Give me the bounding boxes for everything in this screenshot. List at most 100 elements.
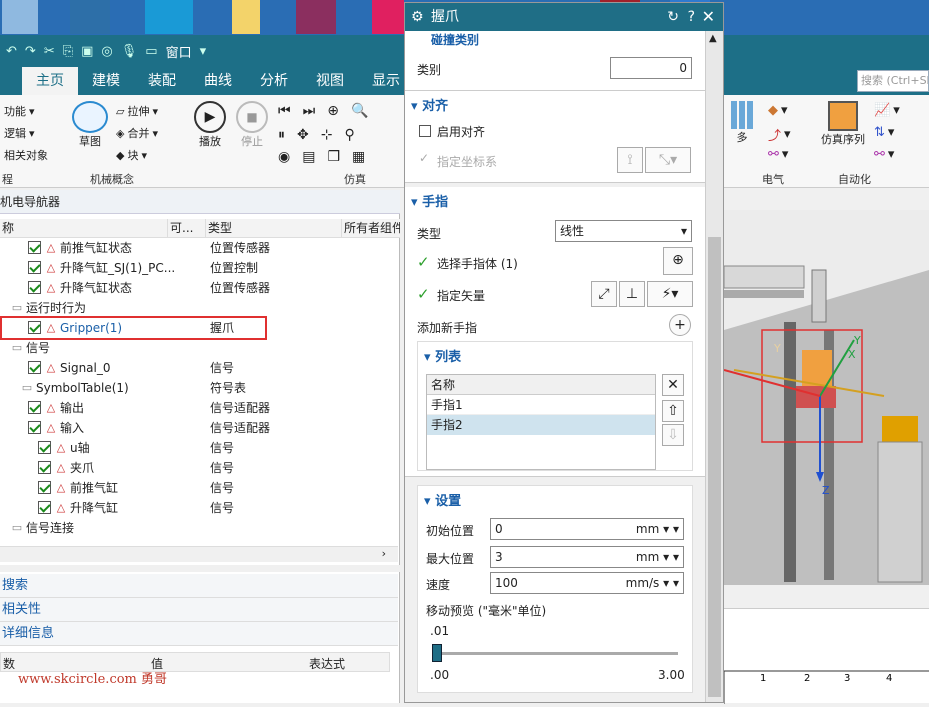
panel-search[interactable]: 搜索 bbox=[0, 574, 398, 598]
type-select[interactable]: 线性 ▾ bbox=[555, 220, 692, 242]
auto-tool-1[interactable]: 📈 ▾ bbox=[874, 103, 900, 118]
table-row[interactable]: ▭ SymbolTable(1) 符号表 bbox=[0, 378, 395, 398]
play-button[interactable]: ▶ 播放 bbox=[190, 101, 230, 149]
table-row[interactable]: ▭ 信号 bbox=[0, 338, 395, 358]
unite-button[interactable]: ◈ 合并 ▾ bbox=[116, 125, 158, 141]
winrar-icon[interactable] bbox=[296, 0, 336, 34]
delete-icon[interactable]: ✕ bbox=[662, 374, 684, 396]
panel-details[interactable]: 详细信息 bbox=[0, 622, 398, 646]
visibility-checkbox[interactable] bbox=[28, 421, 41, 434]
elec-tool-2[interactable]: ⤴ ▾ bbox=[768, 125, 791, 144]
table-row[interactable]: ▭ 信号连接 bbox=[0, 518, 395, 538]
redo-icon[interactable]: ↷ bbox=[25, 44, 36, 59]
navigator-hscrollbar[interactable]: › bbox=[0, 546, 398, 562]
windows-icon[interactable] bbox=[145, 0, 193, 34]
speed-unit[interactable]: mm/s ▾ ▾ bbox=[626, 573, 679, 593]
step-icon[interactable]: ⏭ bbox=[303, 103, 316, 119]
magnifier-icon[interactable]: 🔍 bbox=[351, 103, 368, 119]
camera-icon[interactable]: ▦ bbox=[352, 149, 365, 165]
rewind-icon[interactable]: ⏮ bbox=[278, 103, 291, 119]
align-header[interactable]: ▾ 对齐 bbox=[411, 95, 448, 114]
table-row[interactable]: △ Signal_0 信号 bbox=[0, 358, 395, 378]
graphics-viewport[interactable]: Y Y X Z bbox=[723, 210, 929, 585]
table-row[interactable]: △ 输入 信号适配器 bbox=[0, 418, 395, 438]
settings-header[interactable]: ▾ 设置 bbox=[424, 490, 461, 509]
command-search-input[interactable]: 搜索 (Ctrl+Sh bbox=[857, 70, 929, 92]
scroll-right-icon[interactable]: › bbox=[382, 547, 386, 560]
app-icon[interactable] bbox=[372, 0, 404, 34]
pin-icon[interactable]: ⊹ bbox=[321, 127, 333, 143]
undo-icon[interactable]: ↶ bbox=[6, 44, 17, 59]
col-name[interactable]: 称 bbox=[0, 219, 168, 238]
sim-sequence-button[interactable]: 仿真序列 bbox=[818, 101, 868, 147]
target-icon[interactable]: ◎ bbox=[101, 44, 112, 59]
crosshair-icon[interactable]: ⊕ bbox=[663, 247, 693, 275]
panel-dependency[interactable]: 相关性 bbox=[0, 598, 398, 622]
folder-icon[interactable] bbox=[232, 0, 260, 34]
record-icon[interactable]: ◉ bbox=[278, 149, 290, 165]
finger-header[interactable]: ▾ 手指 bbox=[411, 191, 448, 210]
table-row[interactable]: △ u轴 信号 bbox=[0, 438, 395, 458]
dialog-scrollbar[interactable]: ▲ bbox=[705, 31, 723, 702]
window-menu[interactable]: 窗口 bbox=[166, 42, 192, 61]
visibility-checkbox[interactable] bbox=[38, 501, 51, 514]
visibility-checkbox[interactable] bbox=[38, 481, 51, 494]
window-icon[interactable]: ▭ bbox=[145, 44, 157, 59]
add-icon[interactable]: + bbox=[669, 314, 691, 336]
visibility-checkbox[interactable] bbox=[28, 361, 41, 374]
tab-home[interactable]: 主页 bbox=[22, 67, 78, 95]
table-row[interactable]: ▭ 运行时行为 bbox=[0, 298, 395, 318]
close-icon[interactable]: ✕ bbox=[702, 3, 715, 31]
recycle-bin-icon[interactable] bbox=[2, 0, 38, 34]
block-button[interactable]: ◆ 块 ▾ bbox=[116, 147, 147, 163]
col-visible[interactable]: 可... bbox=[168, 219, 206, 238]
snap-icon[interactable]: ⊕ bbox=[327, 103, 339, 119]
related-object-button[interactable]: 相关对象 bbox=[4, 147, 48, 163]
network-icon[interactable] bbox=[70, 0, 110, 34]
table-row[interactable]: △ 升降气缸_SJ(1)_PC... 位置控制 bbox=[0, 258, 395, 278]
csys-dropdown-icon[interactable]: ⤡▾ bbox=[645, 147, 691, 173]
save-icon[interactable]: ▤ bbox=[302, 149, 315, 165]
probe-icon[interactable]: ⚲ bbox=[344, 127, 354, 143]
scroll-up-icon[interactable]: ▲ bbox=[709, 33, 717, 44]
function-button[interactable]: 功能 ▾ bbox=[4, 103, 35, 119]
auto-tool-2[interactable]: ⇅ ▾ bbox=[874, 125, 894, 140]
logic-button[interactable]: 逻辑 ▾ bbox=[4, 125, 35, 141]
mic-icon[interactable]: 🎙 bbox=[121, 44, 138, 59]
tab-assembly[interactable]: 装配 bbox=[134, 67, 190, 95]
table-row[interactable]: △ 前推气缸状态 位置传感器 bbox=[0, 238, 395, 258]
visibility-checkbox[interactable] bbox=[28, 401, 41, 414]
extrude-button[interactable]: ▱ 拉伸 ▾ bbox=[116, 103, 158, 119]
visibility-checkbox[interactable] bbox=[38, 441, 51, 454]
tab-modeling[interactable]: 建模 bbox=[78, 67, 134, 95]
tab-analysis[interactable]: 分析 bbox=[246, 67, 302, 95]
speed-input[interactable]: 100 mm/s ▾ ▾ bbox=[490, 572, 684, 594]
auto-tool-3[interactable]: ⚯ ▾ bbox=[874, 147, 894, 162]
table-row[interactable]: △ 升降气缸状态 位置传感器 bbox=[0, 278, 395, 298]
visibility-checkbox[interactable] bbox=[38, 461, 51, 474]
cube-icon[interactable]: ❒ bbox=[327, 149, 340, 165]
vector-dropdown-icon[interactable]: ⚡▾ bbox=[647, 281, 693, 307]
vector-dialog-icon[interactable]: ⤢ bbox=[591, 281, 617, 307]
marker-icon[interactable]: ✥ bbox=[297, 127, 309, 143]
cut-icon[interactable]: ✂ bbox=[44, 44, 55, 59]
elec-tool-3[interactable]: ⚯ ▾ bbox=[768, 147, 788, 162]
vector-normal-icon[interactable]: ⊥ bbox=[619, 281, 645, 307]
paste-icon[interactable]: ▣ bbox=[81, 44, 93, 59]
table-row[interactable]: △ 前推气缸 信号 bbox=[0, 478, 395, 498]
col-type[interactable]: 类型 bbox=[206, 219, 342, 238]
visibility-checkbox[interactable] bbox=[28, 241, 41, 254]
csys-dialog-icon[interactable]: ⟟ bbox=[617, 147, 643, 173]
table-row[interactable]: △ 夹爪 信号 bbox=[0, 458, 395, 478]
dropdown-icon[interactable]: ▾ bbox=[200, 44, 207, 59]
stop-button[interactable]: ■ 停止 bbox=[232, 101, 272, 149]
reset-icon[interactable]: ↻ bbox=[667, 3, 679, 31]
list-item-selected[interactable]: 手指2 bbox=[427, 415, 655, 435]
help-icon[interactable]: ? bbox=[688, 3, 695, 31]
elec-tool-1[interactable]: ◆ ▾ bbox=[768, 103, 788, 118]
table-row[interactable]: △ 输出 信号适配器 bbox=[0, 398, 395, 418]
sketch-button[interactable]: 草图 bbox=[70, 101, 110, 149]
move-down-icon[interactable]: ⇩ bbox=[662, 424, 684, 446]
visibility-checkbox[interactable] bbox=[28, 281, 41, 294]
tab-curve[interactable]: 曲线 bbox=[190, 67, 246, 95]
